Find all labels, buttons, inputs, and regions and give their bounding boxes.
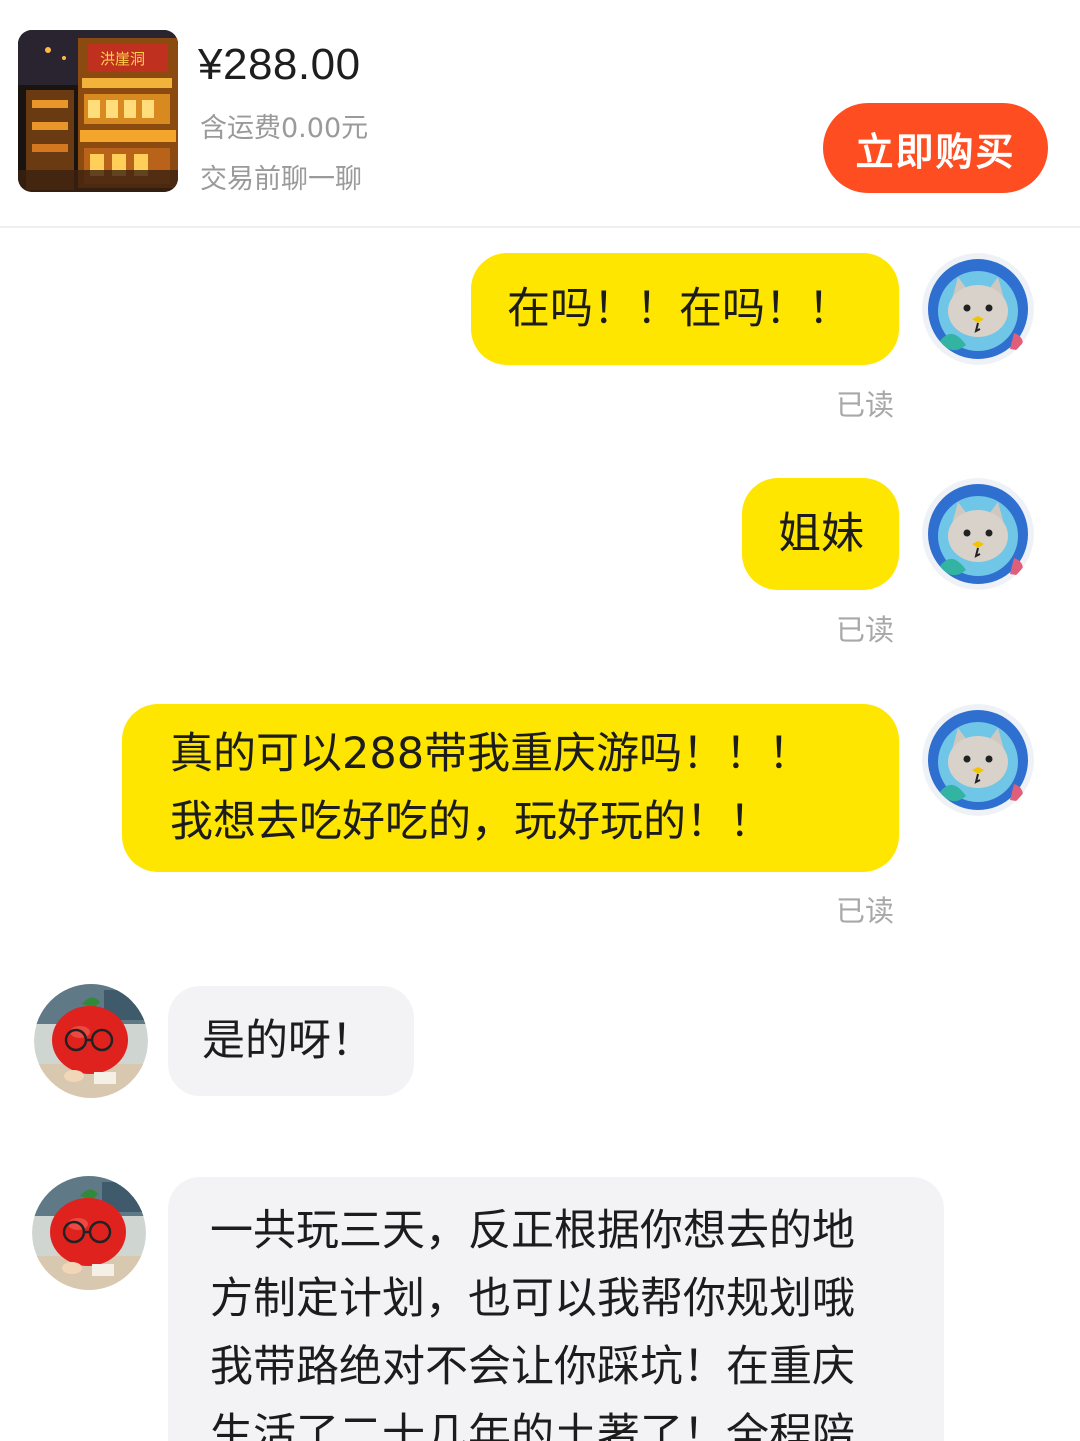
my-message-bubble[interactable]: 在吗！！在吗！！ xyxy=(471,253,899,365)
message-text-line: 一共玩三天，反正根据你想去的地 xyxy=(210,1206,855,1256)
their-message-bubble[interactable]: 一共玩三天，反正根据你想去的地 方制定计划，也可以我帮你规划哦 我带路绝对不会让… xyxy=(168,1177,944,1441)
cat-astronaut-avatar-icon xyxy=(922,478,1034,590)
read-status: 已读 xyxy=(836,894,895,928)
message-text-line: 生活了二十几年的土著了！全程陪 xyxy=(210,1410,855,1441)
my-avatar[interactable] xyxy=(922,253,1034,365)
buy-now-button[interactable]: 立即购买 xyxy=(823,103,1048,193)
message-text-line: 我带路绝对不会让你踩坑！在重庆 xyxy=(210,1342,855,1392)
product-thumbnail[interactable]: 洪崖洞 xyxy=(18,30,178,192)
thumbnail-sign-text: 洪崖洞 xyxy=(100,50,145,68)
message-text: 是的呀！ xyxy=(202,1016,374,1066)
message-text-line: 方制定计划，也可以我帮你规划哦 xyxy=(210,1274,855,1324)
cat-astronaut-avatar-icon xyxy=(922,704,1034,816)
their-avatar[interactable] xyxy=(32,1176,146,1290)
read-status: 已读 xyxy=(836,388,895,422)
read-status: 已读 xyxy=(836,613,895,647)
chat-screen: 洪崖洞 ¥288.00 含运费0.00元 交易前聊一聊 立即购买 在吗！！在吗！… xyxy=(0,0,1080,1441)
message-text: 在吗！！在吗！！ xyxy=(507,284,851,334)
my-avatar[interactable] xyxy=(922,478,1034,590)
cat-astronaut-avatar-icon xyxy=(922,253,1034,365)
message-text-line: 我想去吃好吃的，玩好玩的！！ xyxy=(170,797,772,847)
product-price: ¥288.00 xyxy=(198,40,361,89)
message-text-line: 真的可以288带我重庆游吗！！！ xyxy=(170,729,812,779)
my-avatar[interactable] xyxy=(922,704,1034,816)
shipping-fee: 含运费0.00元 xyxy=(200,113,369,144)
message-text: 姐妹 xyxy=(778,509,864,559)
my-message-bubble[interactable]: 姐妹 xyxy=(742,478,899,590)
their-message-bubble[interactable]: 是的呀！ xyxy=(168,986,414,1096)
my-message-bubble[interactable]: 真的可以288带我重庆游吗！！！ 我想去吃好吃的，玩好玩的！！ xyxy=(122,704,899,872)
red-apple-plush-avatar-icon xyxy=(34,984,148,1098)
red-apple-plush-avatar-icon xyxy=(32,1176,146,1290)
chat-hint: 交易前聊一聊 xyxy=(200,164,362,195)
their-avatar[interactable] xyxy=(34,984,148,1098)
product-card: 洪崖洞 ¥288.00 含运费0.00元 交易前聊一聊 立即购买 xyxy=(0,0,1080,228)
